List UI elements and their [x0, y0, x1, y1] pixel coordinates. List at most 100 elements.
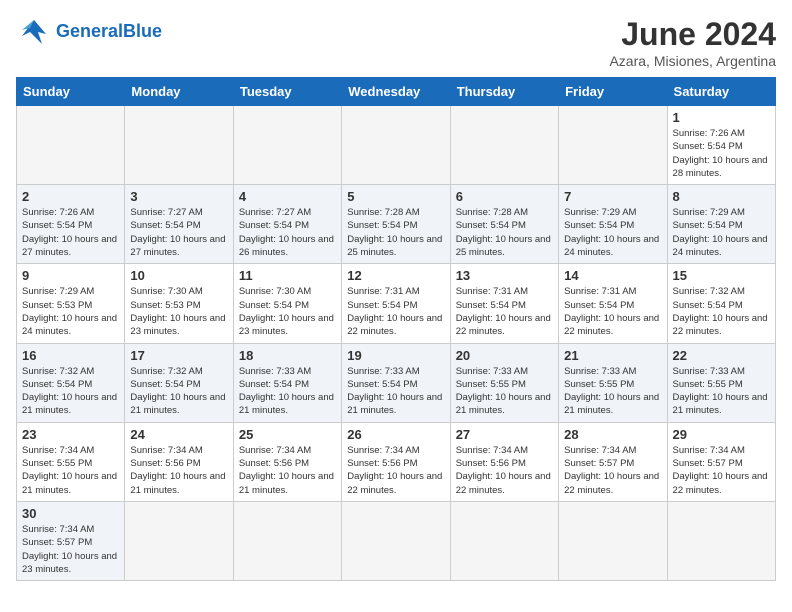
calendar-day-cell: 5 Sunrise: 7:28 AMSunset: 5:54 PMDaylight…: [342, 185, 450, 264]
calendar-header-cell: Thursday: [450, 78, 558, 106]
day-number: 17: [130, 348, 227, 363]
calendar-table: SundayMondayTuesdayWednesdayThursdayFrid…: [16, 77, 776, 581]
calendar-header-cell: Monday: [125, 78, 233, 106]
calendar-week-row: 2 Sunrise: 7:26 AMSunset: 5:54 PMDaylight…: [17, 185, 776, 264]
day-info: Sunrise: 7:34 AMSunset: 5:56 PMDaylight:…: [239, 444, 336, 497]
calendar-day-cell: [125, 501, 233, 580]
day-info: Sunrise: 7:28 AMSunset: 5:54 PMDaylight:…: [456, 206, 553, 259]
day-number: 21: [564, 348, 661, 363]
day-info: Sunrise: 7:30 AMSunset: 5:54 PMDaylight:…: [239, 285, 336, 338]
day-info: Sunrise: 7:33 AMSunset: 5:54 PMDaylight:…: [239, 365, 336, 418]
day-number: 7: [564, 189, 661, 204]
day-number: 20: [456, 348, 553, 363]
calendar-day-cell: 12Sunrise: 7:31 AMSunset: 5:54 PMDayligh…: [342, 264, 450, 343]
calendar-header-cell: Tuesday: [233, 78, 341, 106]
day-number: 18: [239, 348, 336, 363]
calendar-day-cell: [667, 501, 775, 580]
calendar-header-cell: Saturday: [667, 78, 775, 106]
day-number: 10: [130, 268, 227, 283]
calendar-day-cell: 18 Sunrise: 7:33 AMSunset: 5:54 PMDayligh…: [233, 343, 341, 422]
calendar-day-cell: 7 Sunrise: 7:29 AMSunset: 5:54 PMDaylight…: [559, 185, 667, 264]
calendar-week-row: 9Sunrise: 7:29 AMSunset: 5:53 PMDaylight…: [17, 264, 776, 343]
day-number: 27: [456, 427, 553, 442]
calendar-day-cell: 23Sunrise: 7:34 AMSunset: 5:55 PMDayligh…: [17, 422, 125, 501]
calendar-day-cell: 9Sunrise: 7:29 AMSunset: 5:53 PMDaylight…: [17, 264, 125, 343]
day-number: 1: [673, 110, 770, 125]
logo-icon: [16, 16, 52, 46]
day-number: 25: [239, 427, 336, 442]
calendar-week-row: 23Sunrise: 7:34 AMSunset: 5:55 PMDayligh…: [17, 422, 776, 501]
calendar-week-row: 1 Sunrise: 7:26 AMSunset: 5:54 PMDaylight…: [17, 106, 776, 185]
day-info: Sunrise: 7:32 AMSunset: 5:54 PMDaylight:…: [673, 285, 770, 338]
day-info: Sunrise: 7:31 AMSunset: 5:54 PMDaylight:…: [347, 285, 444, 338]
day-number: 11: [239, 268, 336, 283]
calendar-header-cell: Wednesday: [342, 78, 450, 106]
day-number: 23: [22, 427, 119, 442]
calendar-body: 1 Sunrise: 7:26 AMSunset: 5:54 PMDaylight…: [17, 106, 776, 581]
calendar-day-cell: 27 Sunrise: 7:34 AMSunset: 5:56 PMDayligh…: [450, 422, 558, 501]
day-info: Sunrise: 7:34 AMSunset: 5:57 PMDaylight:…: [673, 444, 770, 497]
calendar-day-cell: 1 Sunrise: 7:26 AMSunset: 5:54 PMDaylight…: [667, 106, 775, 185]
calendar-day-cell: 30 Sunrise: 7:34 AMSunset: 5:57 PMDayligh…: [17, 501, 125, 580]
day-info: Sunrise: 7:29 AMSunset: 5:54 PMDaylight:…: [564, 206, 661, 259]
calendar-week-row: 16 Sunrise: 7:32 AMSunset: 5:54 PMDayligh…: [17, 343, 776, 422]
calendar-day-cell: [342, 501, 450, 580]
day-number: 28: [564, 427, 661, 442]
day-info: Sunrise: 7:34 AMSunset: 5:56 PMDaylight:…: [456, 444, 553, 497]
calendar-header-row: SundayMondayTuesdayWednesdayThursdayFrid…: [17, 78, 776, 106]
day-number: 2: [22, 189, 119, 204]
day-number: 6: [456, 189, 553, 204]
day-number: 3: [130, 189, 227, 204]
day-info: Sunrise: 7:33 AMSunset: 5:55 PMDaylight:…: [456, 365, 553, 418]
calendar-day-cell: [125, 106, 233, 185]
calendar-day-cell: 3 Sunrise: 7:27 AMSunset: 5:54 PMDaylight…: [125, 185, 233, 264]
calendar-day-cell: 15 Sunrise: 7:32 AMSunset: 5:54 PMDayligh…: [667, 264, 775, 343]
calendar-header-cell: Friday: [559, 78, 667, 106]
day-number: 13: [456, 268, 553, 283]
day-number: 30: [22, 506, 119, 521]
day-info: Sunrise: 7:29 AMSunset: 5:53 PMDaylight:…: [22, 285, 119, 338]
day-info: Sunrise: 7:27 AMSunset: 5:54 PMDaylight:…: [239, 206, 336, 259]
calendar-day-cell: 14 Sunrise: 7:31 AMSunset: 5:54 PMDayligh…: [559, 264, 667, 343]
calendar-header-cell: Sunday: [17, 78, 125, 106]
calendar-day-cell: 6 Sunrise: 7:28 AMSunset: 5:54 PMDaylight…: [450, 185, 558, 264]
calendar-day-cell: 16Sunrise: 7:32 AMSunset: 5:54 PMDayligh…: [17, 343, 125, 422]
day-number: 14: [564, 268, 661, 283]
day-info: Sunrise: 7:30 AMSunset: 5:53 PMDaylight:…: [130, 285, 227, 338]
month-year: June 2024: [609, 16, 776, 53]
day-info: Sunrise: 7:26 AMSunset: 5:54 PMDaylight:…: [673, 127, 770, 180]
day-number: 16: [22, 348, 119, 363]
day-info: Sunrise: 7:26 AMSunset: 5:54 PMDaylight:…: [22, 206, 119, 259]
calendar-day-cell: [450, 501, 558, 580]
calendar-day-cell: 17 Sunrise: 7:32 AMSunset: 5:54 PMDayligh…: [125, 343, 233, 422]
day-info: Sunrise: 7:32 AMSunset: 5:54 PMDaylight:…: [130, 365, 227, 418]
calendar-day-cell: 28Sunrise: 7:34 AMSunset: 5:57 PMDayligh…: [559, 422, 667, 501]
header: GeneralBlue June 2024 Azara, Misiones, A…: [16, 16, 776, 69]
calendar-day-cell: [342, 106, 450, 185]
calendar-day-cell: 21 Sunrise: 7:33 AMSunset: 5:55 PMDayligh…: [559, 343, 667, 422]
calendar-day-cell: 26Sunrise: 7:34 AMSunset: 5:56 PMDayligh…: [342, 422, 450, 501]
calendar-day-cell: [450, 106, 558, 185]
day-number: 15: [673, 268, 770, 283]
day-info: Sunrise: 7:33 AMSunset: 5:54 PMDaylight:…: [347, 365, 444, 418]
calendar-day-cell: 8Sunrise: 7:29 AMSunset: 5:54 PMDaylight…: [667, 185, 775, 264]
calendar-day-cell: 19 Sunrise: 7:33 AMSunset: 5:54 PMDayligh…: [342, 343, 450, 422]
day-number: 26: [347, 427, 444, 442]
day-info: Sunrise: 7:34 AMSunset: 5:57 PMDaylight:…: [22, 523, 119, 576]
calendar-day-cell: 11 Sunrise: 7:30 AMSunset: 5:54 PMDayligh…: [233, 264, 341, 343]
calendar-day-cell: 24Sunrise: 7:34 AMSunset: 5:56 PMDayligh…: [125, 422, 233, 501]
calendar-day-cell: 4Sunrise: 7:27 AMSunset: 5:54 PMDaylight…: [233, 185, 341, 264]
day-info: Sunrise: 7:31 AMSunset: 5:54 PMDaylight:…: [564, 285, 661, 338]
calendar-day-cell: [233, 501, 341, 580]
day-info: Sunrise: 7:33 AMSunset: 5:55 PMDaylight:…: [564, 365, 661, 418]
calendar-day-cell: 25 Sunrise: 7:34 AMSunset: 5:56 PMDayligh…: [233, 422, 341, 501]
calendar-day-cell: 13Sunrise: 7:31 AMSunset: 5:54 PMDayligh…: [450, 264, 558, 343]
logo: GeneralBlue: [16, 16, 162, 46]
day-number: 29: [673, 427, 770, 442]
calendar-day-cell: [233, 106, 341, 185]
day-number: 24: [130, 427, 227, 442]
day-info: Sunrise: 7:27 AMSunset: 5:54 PMDaylight:…: [130, 206, 227, 259]
day-number: 5: [347, 189, 444, 204]
day-number: 19: [347, 348, 444, 363]
day-info: Sunrise: 7:28 AMSunset: 5:54 PMDaylight:…: [347, 206, 444, 259]
